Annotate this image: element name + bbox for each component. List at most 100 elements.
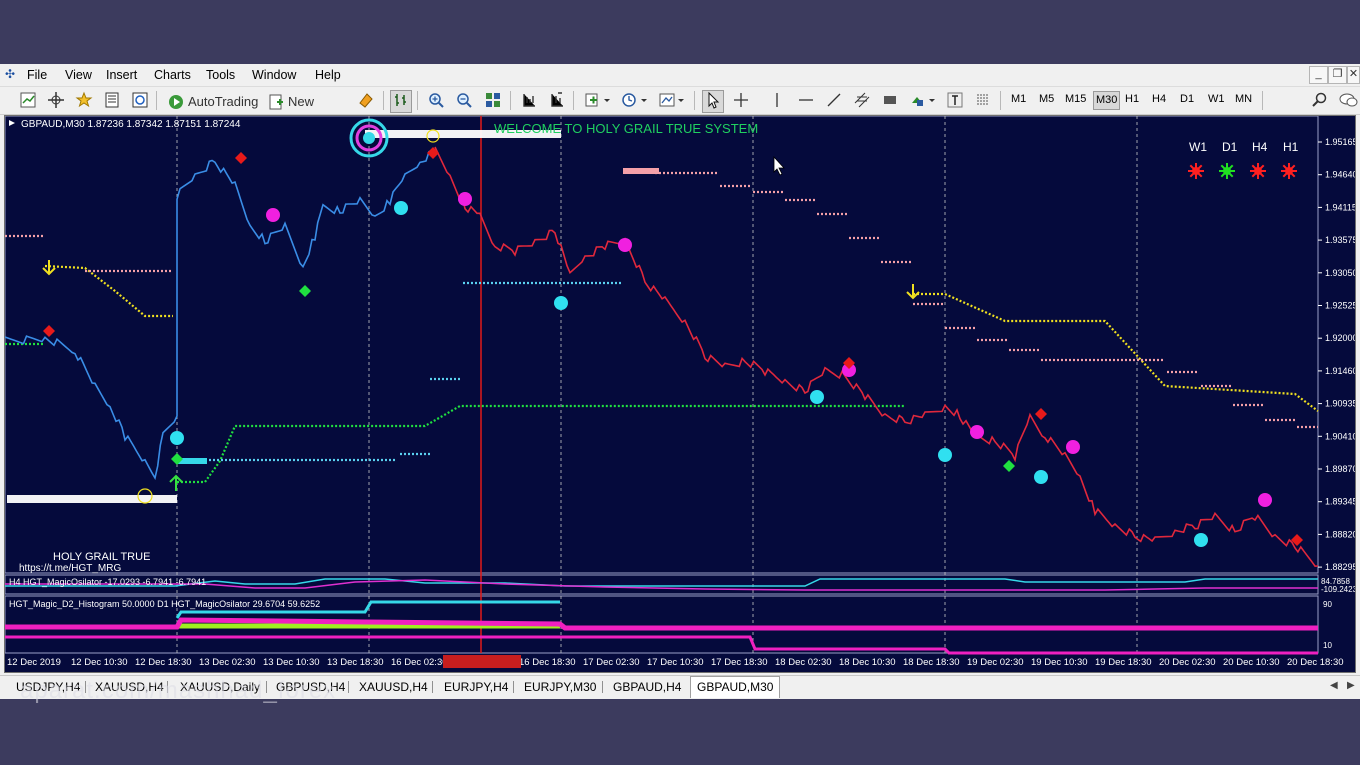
sell-dot: [1258, 493, 1272, 507]
timeframe-d1[interactable]: D1: [1180, 93, 1194, 105]
mtf-star-core: [1285, 167, 1293, 175]
indicators-icon[interactable]: [582, 90, 614, 113]
toolbar-separator: [417, 91, 418, 110]
price-tick-label: 1.90935: [1325, 399, 1355, 409]
price-tick-label: 1.94115: [1325, 202, 1355, 212]
tile-windows-icon[interactable]: [481, 90, 505, 113]
timeframe-m15[interactable]: M15: [1065, 93, 1086, 105]
text-icon[interactable]: [944, 90, 966, 113]
price-tick-label: 1.93050: [1325, 268, 1355, 278]
toolbar-separator: [573, 91, 574, 110]
time-tick-label: 12 Dec 2019: [7, 657, 61, 668]
timeframe-h1[interactable]: H1: [1125, 93, 1139, 105]
time-tick-label: 19 Dec 02:30: [967, 657, 1024, 668]
buy-dot: [554, 296, 568, 310]
minimize-icon[interactable]: _: [1309, 66, 1328, 84]
bar-chart-icon[interactable]: [390, 90, 412, 113]
price-tick-label: 1.89345: [1325, 497, 1355, 507]
timeframe-mn[interactable]: MN: [1235, 93, 1252, 105]
equidistant-channel-icon[interactable]: [851, 90, 873, 113]
time-tick-label: 20 Dec 18:30: [1287, 657, 1344, 668]
menu-view[interactable]: View: [65, 68, 92, 82]
oscillator-1-tick-bottom: -109.2423: [1321, 585, 1355, 594]
app-icon[interactable]: ✣: [5, 67, 19, 81]
trendline-icon[interactable]: [823, 90, 845, 113]
chat-icon[interactable]: [1336, 90, 1360, 113]
auto-scroll-icon[interactable]: [546, 90, 568, 113]
welcome-banner: WELCOME TO HOLY GRAIL TRUE SYSTEM: [494, 121, 758, 136]
data-window-icon[interactable]: [101, 90, 123, 113]
restore-icon[interactable]: ❐: [1328, 66, 1347, 84]
buy-dot: [1034, 470, 1048, 484]
new-chart-icon[interactable]: [17, 90, 39, 113]
toolbar: AutoTrading New Order: [0, 87, 1360, 130]
menu-insert[interactable]: Insert: [106, 68, 137, 82]
grid-icon[interactable]: [972, 90, 994, 113]
mtf-star-icon: [1188, 163, 1204, 179]
chart-canvas[interactable]: GBPAUD,M30 1.87236 1.87342 1.87151 1.872…: [5, 116, 1355, 672]
tab-separator: [348, 681, 349, 693]
mtf-label-w1: W1: [1189, 140, 1207, 154]
templates-icon[interactable]: [656, 90, 688, 113]
timeframe-w1[interactable]: W1: [1208, 93, 1225, 105]
time-tick-label: 17 Dec 10:30: [647, 657, 704, 668]
timeframe-m1[interactable]: M1: [1011, 93, 1026, 105]
tab-xauusd-h4-2[interactable]: XAUUSD,H4: [353, 678, 434, 696]
menu-charts[interactable]: Charts: [154, 68, 191, 82]
favorites-icon[interactable]: [73, 90, 95, 113]
oscillator-2-label: HGT_Magic_D2_Histogram 50.0000 D1 HGT_Ma…: [9, 599, 320, 609]
timeframe-h4[interactable]: H4: [1152, 93, 1166, 105]
strategy-tester-icon[interactable]: [129, 90, 151, 113]
tab-gbpaud-m30[interactable]: GBPAUD,M30: [690, 676, 781, 698]
shapes-icon[interactable]: [907, 90, 939, 113]
tab-eurjpy-m30[interactable]: EURJPY,M30: [518, 678, 602, 696]
price-tick-label: 1.89870: [1325, 464, 1355, 474]
metaeditor-icon[interactable]: [355, 90, 377, 113]
menu-help[interactable]: Help: [315, 68, 341, 82]
horizontal-line-icon[interactable]: [795, 90, 817, 113]
menu-window[interactable]: Window: [252, 68, 296, 82]
periods-icon[interactable]: [619, 90, 651, 113]
autotrading-button[interactable]: AutoTrading: [165, 90, 261, 113]
time-tick-label: 12 Dec 10:30: [71, 657, 128, 668]
chart-window[interactable]: GBPAUD,M30 1.87236 1.87342 1.87151 1.872…: [4, 115, 1356, 673]
vertical-line-icon[interactable]: [766, 90, 788, 113]
sell-dot: [618, 238, 632, 252]
mtf-label-h1: H1: [1283, 140, 1299, 154]
brand-label: HOLY GRAIL TRUE: [53, 551, 150, 563]
oscillator-2-tick-top: 90: [1323, 600, 1332, 609]
time-tick-label: 17 Dec 02:30: [583, 657, 640, 668]
price-tick-label: 1.90410: [1325, 431, 1355, 441]
time-cursor-highlight: [443, 655, 521, 668]
target-ring-inner: [363, 132, 375, 144]
tab-eurjpy-h4[interactable]: EURJPY,H4: [438, 678, 514, 696]
cursor-icon[interactable]: [702, 90, 724, 113]
menu-file[interactable]: File: [27, 68, 47, 82]
zoom-in-icon[interactable]: [425, 90, 447, 113]
pink-band: [623, 168, 659, 174]
fibonacci-icon[interactable]: [879, 90, 901, 113]
zoom-out-icon[interactable]: [453, 90, 475, 113]
tab-gbpaud-h4[interactable]: GBPAUD,H4: [607, 678, 687, 696]
timeframe-m5[interactable]: M5: [1039, 93, 1054, 105]
sell-dot: [266, 208, 280, 222]
buy-dot: [938, 448, 952, 462]
terminal-window: ✣ File View Insert Charts Tools Window H…: [0, 64, 1360, 699]
search-icon[interactable]: [1309, 90, 1331, 113]
time-tick-label: 12 Dec 18:30: [135, 657, 192, 668]
tab-separator: [513, 681, 514, 693]
close-icon[interactable]: ✕: [1347, 66, 1360, 84]
telegram-link[interactable]: https://t.me/HGT_MRG: [19, 563, 121, 574]
watermark: aparat.com/mashhad_forex: [20, 677, 337, 704]
new-order-button[interactable]: New Order: [265, 90, 351, 130]
timeframe-m30[interactable]: M30: [1093, 91, 1121, 110]
menu-tools[interactable]: Tools: [206, 68, 235, 82]
mtf-label-d1: D1: [1222, 140, 1238, 154]
crosshair-icon[interactable]: [730, 90, 752, 113]
time-tick-label: 16 Dec 18:30: [519, 657, 576, 668]
buy-dot: [810, 390, 824, 404]
tab-scroll-right-icon[interactable]: ▶: [1347, 680, 1355, 691]
navigator-icon[interactable]: [45, 90, 67, 113]
tab-scroll-left-icon[interactable]: ◀: [1330, 680, 1338, 691]
chart-shift-icon[interactable]: [518, 90, 540, 113]
